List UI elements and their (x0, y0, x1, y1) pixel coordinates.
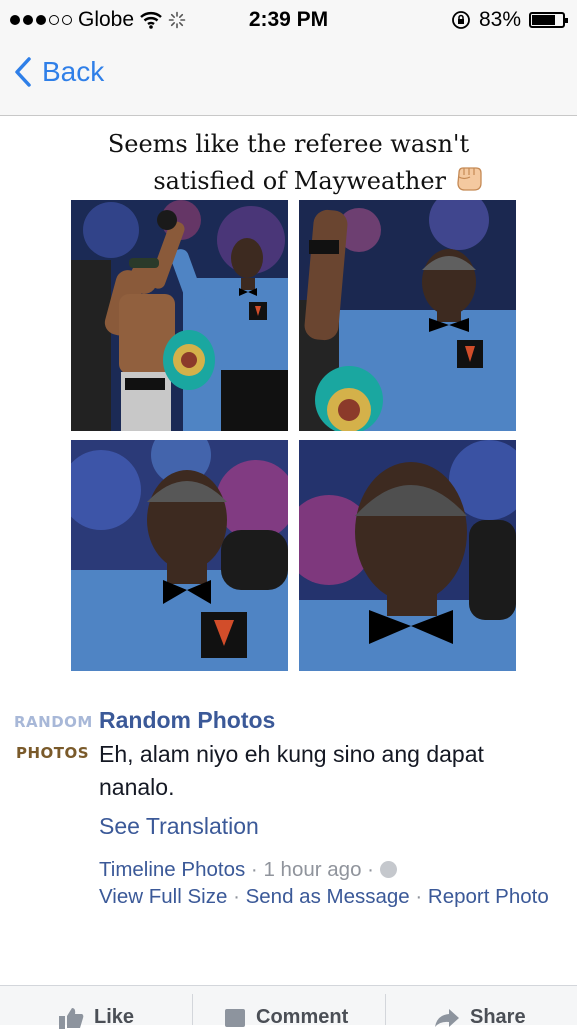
comment-icon (225, 1008, 245, 1027)
comment-label: Comment (256, 1006, 349, 1028)
photo-tile-referee-raising-arm (299, 200, 516, 431)
like-label: Like (94, 1006, 135, 1028)
photo-caption-line-2: satisfied of Mayweather (153, 167, 447, 195)
battery-percentage: 83% (478, 8, 521, 31)
back-label: Back (42, 56, 105, 87)
fist-emoji-icon (457, 167, 482, 191)
photo-caption-line-1: Seems like the referee wasn't (107, 130, 470, 158)
page-avatar[interactable]: RANDOM PHOTOS (14, 708, 92, 768)
action-divider (385, 994, 386, 1025)
action-bar: Like Comment Share (0, 985, 577, 1029)
page-avatar-line-2: PHOTOS (16, 744, 90, 762)
chevron-left-icon (15, 57, 31, 87)
post-timestamp: 1 hour ago (263, 858, 362, 881)
navigation-bar: Back (0, 38, 577, 116)
see-translation-link[interactable]: See Translation (99, 813, 259, 840)
photo-tile-referee-extreme-closeup (299, 440, 516, 671)
post-author-link[interactable]: Random Photos (99, 707, 275, 734)
comment-button[interactable]: Comment (224, 1006, 348, 1029)
share-arrow-icon (435, 1008, 459, 1027)
view-full-size-link[interactable]: View Full Size (99, 885, 227, 908)
globe-privacy-icon (379, 861, 397, 878)
page-avatar-line-1: RANDOM (14, 713, 93, 731)
post-photo[interactable]: Seems like the referee wasn't satisfied … (0, 116, 577, 690)
status-bar: Globe 2:39 PM 83% (0, 0, 577, 38)
thumbs-up-icon (59, 1007, 84, 1029)
back-button[interactable]: Back (14, 56, 104, 88)
share-button[interactable]: Share (434, 1006, 526, 1029)
orientation-lock-icon (452, 11, 470, 29)
battery-icon (529, 12, 568, 28)
photo-tile-referee-closeup (71, 440, 288, 671)
like-button[interactable]: Like (58, 1006, 134, 1029)
photo-tile-boxer-and-referee (71, 200, 288, 431)
report-photo-link[interactable]: Report Photo (428, 885, 549, 908)
post-meta: Timeline Photos · 1 hour ago · View Full… (99, 858, 549, 908)
send-as-message-link[interactable]: Send as Message (246, 885, 410, 908)
action-divider (192, 994, 193, 1025)
post-text: Eh, alam niyo eh kung sino ang dapat nan… (99, 741, 484, 800)
share-label: Share (470, 1006, 526, 1028)
album-link[interactable]: Timeline Photos (99, 858, 245, 881)
